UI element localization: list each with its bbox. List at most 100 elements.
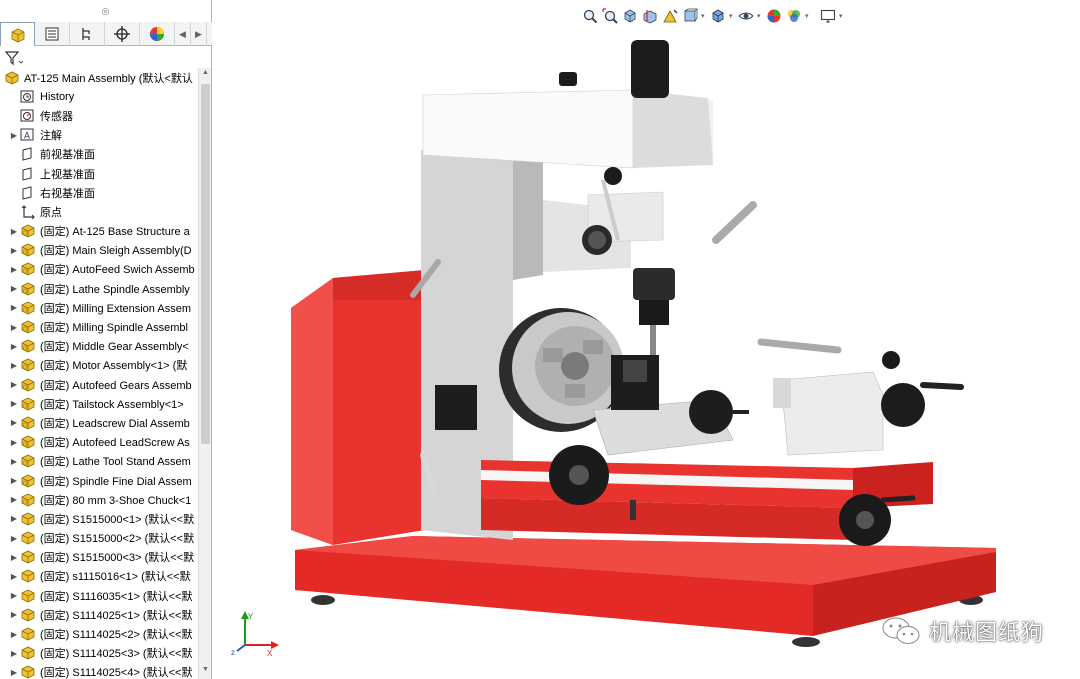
expand-arrow-icon[interactable]: ▶ [8,284,20,293]
tree-item-label: (固定) S1114025<4> (默认<<默 [40,667,193,679]
assembly-icon [20,224,36,238]
svg-text:X: X [267,649,273,657]
tree-item[interactable]: ▶ (固定) Middle Gear Assembly< [0,337,198,356]
tree-item-label: (固定) Main Sleigh Assembly(D [40,245,192,258]
expand-arrow-icon[interactable]: ▶ [8,265,20,274]
assembly-icon [20,474,36,488]
tree-item-label: (固定) Milling Extension Assem [40,302,191,315]
tab-feature-manager[interactable] [0,22,35,46]
expand-arrow-icon[interactable]: ▶ [8,495,20,504]
tree-item[interactable]: ▶ (固定) S1114025<2> (默认<<默 [0,624,198,643]
expand-arrow-icon[interactable]: ▶ [8,610,20,619]
part-icon [20,589,36,603]
tree-item-label: (固定) S1114025<3> (默认<<默 [40,648,193,661]
panel-grip-icon[interactable]: ◎ [0,0,211,22]
assembly-icon [20,454,36,468]
tree-item[interactable]: ▶ (固定) Lathe Spindle Assembly [0,279,198,298]
expand-arrow-icon[interactable]: ▶ [8,227,20,236]
tree-item[interactable]: ▶ (固定) Autofeed LeadScrew As [0,433,198,452]
part-icon [20,531,36,545]
tree-item[interactable]: ▶ (固定) S1515000<1> (默认<<默 [0,509,198,528]
tree-item-label: 上视基准面 [40,168,95,181]
control-box [435,385,477,430]
dimxpert-icon [114,26,130,42]
tree-item[interactable]: ▶ (固定) Main Sleigh Assembly(D [0,241,198,260]
tab-configuration-manager[interactable] [70,22,105,46]
tree-filter-button[interactable] [4,48,24,68]
assembly-icon [20,435,36,449]
expand-arrow-icon[interactable]: ▶ [8,323,20,332]
tree-item[interactable]: ▶ (固定) s1115016<1> (默认<<默 [0,567,198,586]
tab-scroll-right[interactable]: ▶ [191,22,207,46]
expand-arrow-icon[interactable]: ▶ [8,399,20,408]
tailstock [757,338,964,456]
tab-scroll-left[interactable]: ◀ [175,22,191,46]
lathe-mill-3d-model[interactable] [213,0,1080,679]
tree-item[interactable]: 前视基准面 [0,145,198,164]
tree-item[interactable]: 上视基准面 [0,164,198,183]
tree-item[interactable]: ▶ (固定) Milling Extension Assem [0,298,198,317]
expand-arrow-icon[interactable]: ▶ [8,418,20,427]
expand-arrow-icon[interactable]: ▶ [8,572,20,581]
part-icon [20,569,36,583]
tree-item[interactable]: ▶ (固定) Motor Assembly<1> (默 [0,356,198,375]
configuration-manager-icon [82,28,90,40]
expand-arrow-icon[interactable]: ▶ [8,457,20,466]
motor-cap [631,40,669,98]
svg-text:A: A [24,131,30,141]
tree-item[interactable]: 传感器 [0,106,198,125]
expand-arrow-icon[interactable]: ▶ [8,380,20,389]
assembly-icon [20,320,36,334]
display-manager-icon [150,27,164,41]
expand-arrow-icon[interactable]: ▶ [8,668,20,677]
tree-item[interactable]: ▶ (固定) Milling Spindle Assembl [0,317,198,336]
tree-item[interactable]: 右视基准面 [0,183,198,202]
tree-item[interactable]: ▶ (固定) AutoFeed Swich Assemb [0,260,198,279]
tree-item[interactable]: ▶ (固定) Spindle Fine Dial Assem [0,471,198,490]
scroll-down-icon[interactable]: ▼ [200,666,211,678]
tree-item[interactable]: 原点 [0,202,198,221]
tree-item-label: (固定) AutoFeed Swich Assemb [40,264,195,277]
part-icon [20,512,36,526]
expand-arrow-icon[interactable]: ▶ [8,476,20,485]
tree-item[interactable]: ▶ (固定) S1114025<4> (默认<<默 [0,663,198,679]
feature-tree: AT-125 Main Assembly (默认<默认 History 传感器 ▶ A… [0,68,198,679]
tree-item[interactable]: ▶ (固定) Autofeed Gears Assemb [0,375,198,394]
tab-display-manager[interactable] [140,22,175,46]
tree-scrollbar-thumb[interactable] [201,84,210,444]
tab-dimxpert[interactable] [105,22,140,46]
tree-item[interactable]: History [0,87,198,106]
tab-property-manager[interactable] [35,22,70,46]
scroll-up-icon[interactable]: ▲ [200,69,211,81]
tree-item[interactable]: ▶ A 注解 [0,126,198,145]
graphics-viewport[interactable]: ▾ ▾ ▾ ▾ ▾ z Y X 机械图纸狗 [213,0,1080,679]
sensor-icon [20,109,36,123]
tree-item[interactable]: ▶ (固定) Leadscrew Dial Assemb [0,413,198,432]
tree-root-item[interactable]: AT-125 Main Assembly (默认<默认 [0,68,198,87]
tree-item[interactable]: ▶ (固定) S1515000<2> (默认<<默 [0,529,198,548]
expand-arrow-icon[interactable]: ▶ [8,514,20,523]
expand-arrow-icon[interactable]: ▶ [8,342,20,351]
history-icon [20,90,36,104]
expand-arrow-icon[interactable]: ▶ [8,131,20,140]
tree-item[interactable]: ▶ (固定) S1515000<3> (默认<<默 [0,548,198,567]
tree-item-label: (固定) S1114025<1> (默认<<默 [40,609,193,622]
expand-arrow-icon[interactable]: ▶ [8,303,20,312]
expand-arrow-icon[interactable]: ▶ [8,534,20,543]
expand-arrow-icon[interactable]: ▶ [8,361,20,370]
expand-arrow-icon[interactable]: ▶ [8,591,20,600]
expand-arrow-icon[interactable]: ▶ [8,649,20,658]
expand-arrow-icon[interactable]: ▶ [8,630,20,639]
tree-item[interactable]: ▶ (固定) Lathe Tool Stand Assem [0,452,198,471]
tree-item[interactable]: ▶ (固定) S1114025<1> (默认<<默 [0,605,198,624]
tree-item[interactable]: ▶ (固定) S1116035<1> (默认<<默 [0,586,198,605]
tree-item[interactable]: ▶ (固定) S1114025<3> (默认<<默 [0,644,198,663]
assembly-icon [20,243,36,257]
tree-item[interactable]: ▶ (固定) 80 mm 3-Shoe Chuck<1 [0,490,198,509]
tree-scrollbar[interactable]: ▲ ▼ [198,68,211,679]
expand-arrow-icon[interactable]: ▶ [8,246,20,255]
expand-arrow-icon[interactable]: ▶ [8,553,20,562]
tree-item[interactable]: ▶ (固定) At-125 Base Structure a [0,222,198,241]
tree-item[interactable]: ▶ (固定) Tailstock Assembly<1> [0,394,198,413]
expand-arrow-icon[interactable]: ▶ [8,438,20,447]
